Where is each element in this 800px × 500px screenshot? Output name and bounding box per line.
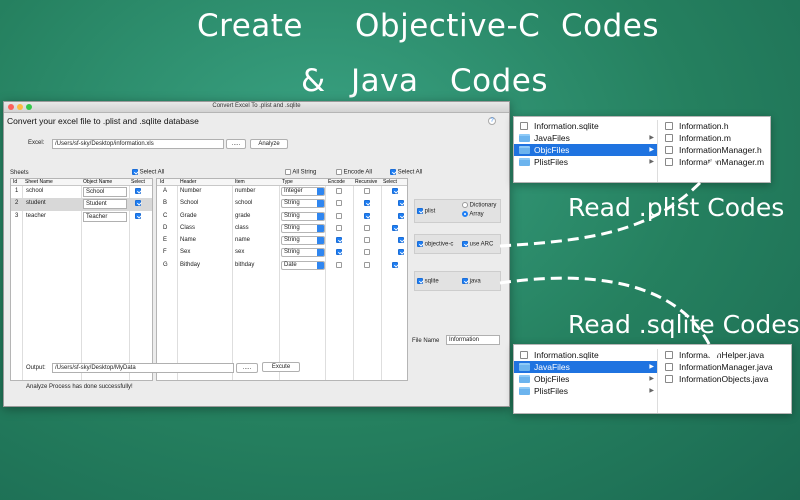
arrow-head-objc	[701, 158, 718, 175]
arrow-to-java	[500, 278, 712, 350]
arrow-to-objc	[500, 170, 712, 246]
arrow-head-java	[703, 349, 721, 362]
arrows-overlay	[0, 0, 800, 500]
